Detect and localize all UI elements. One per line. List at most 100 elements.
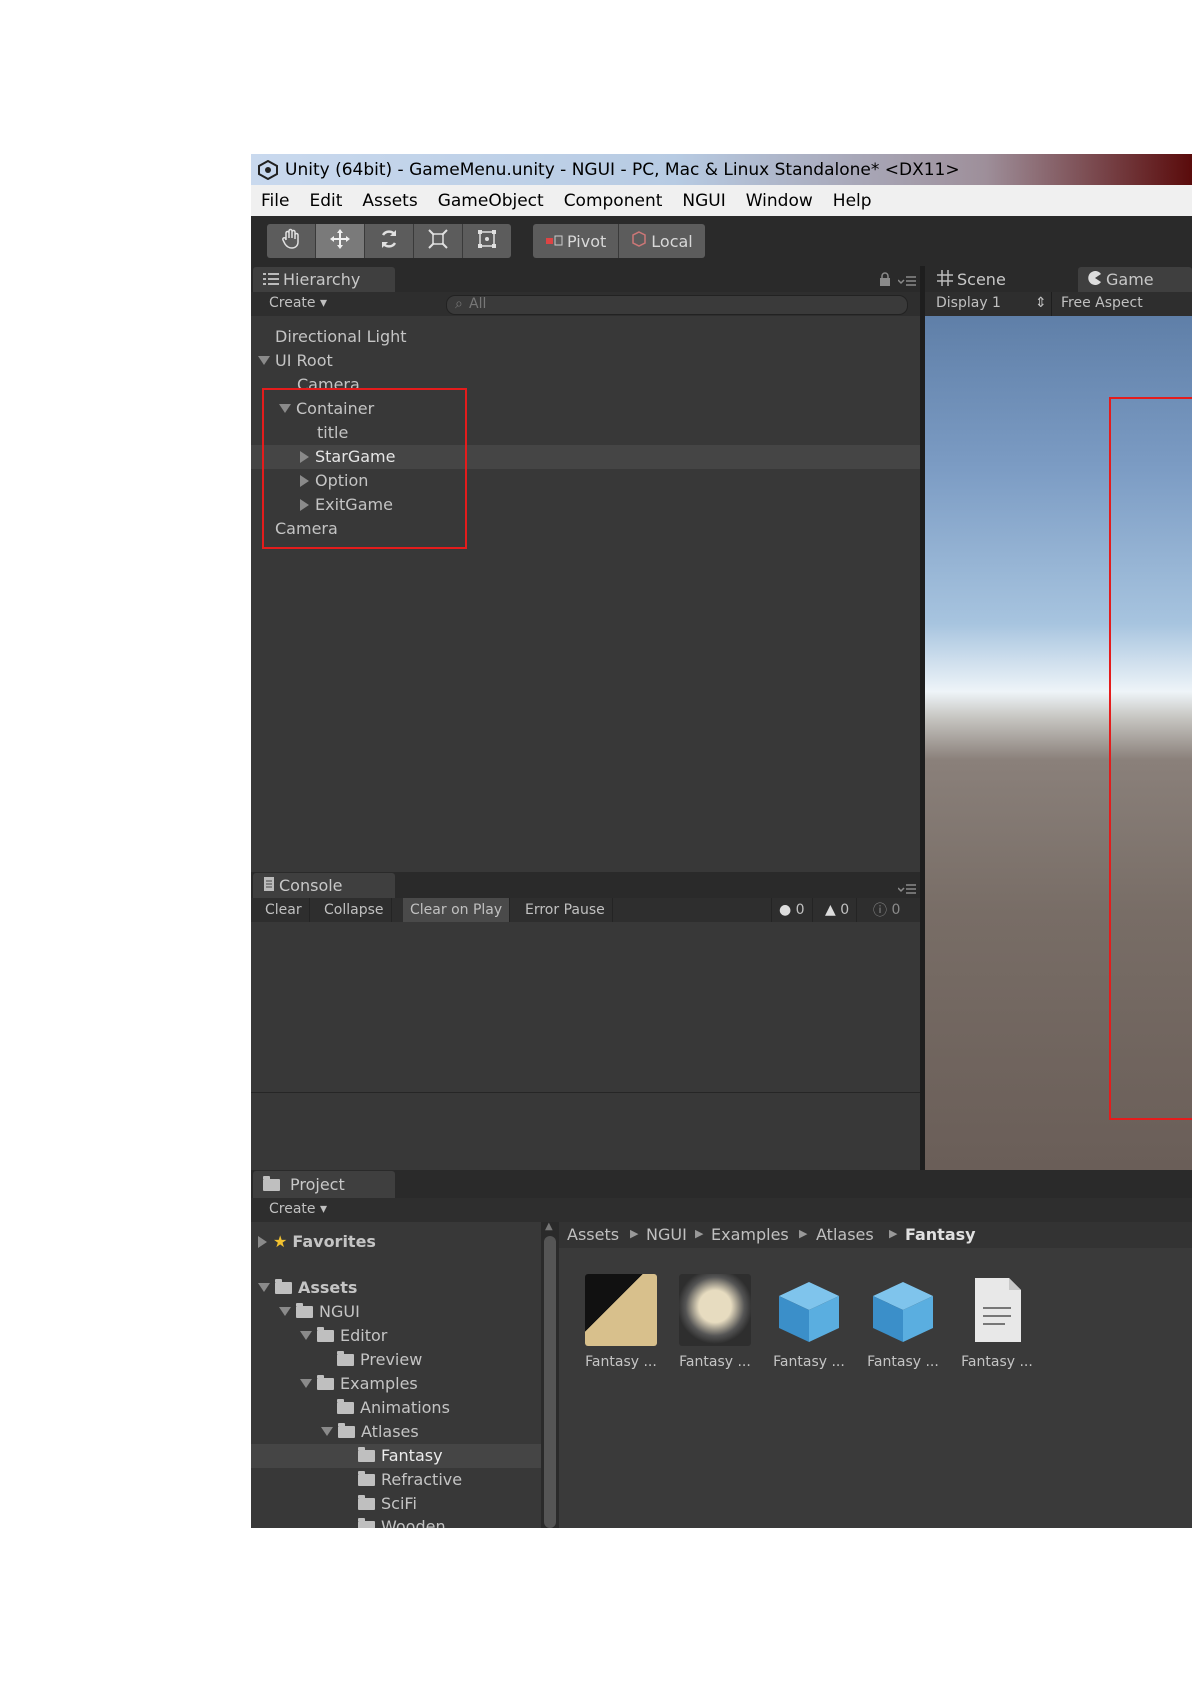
pivot-label: Pivot	[567, 231, 607, 251]
asset-fantasy-prefab-1[interactable]: Fantasy ...	[765, 1274, 853, 1370]
console-messages-toggle[interactable]: ⓘ 0	[866, 898, 907, 922]
menu-ngui[interactable]: NGUI	[672, 191, 735, 211]
console-warnings-toggle[interactable]: ▲ 0	[818, 898, 858, 922]
expand-arrow-icon[interactable]	[300, 1331, 312, 1340]
tree-item-atlases[interactable]: Atlases	[321, 1422, 419, 1441]
breadcrumb-separator-icon: ▶	[799, 1227, 808, 1240]
lock-icon[interactable]	[879, 271, 891, 290]
hierarchy-item-ui-root[interactable]: UI Root	[258, 351, 333, 370]
project-asset-area: Assets ▶ NGUI ▶ Examples ▶ Atlases ▶ Fan…	[559, 1222, 1192, 1528]
asset-fantasy-text-file[interactable]: Fantasy ...	[953, 1274, 1041, 1370]
folder-icon	[358, 1446, 375, 1462]
texture-thumbnail	[585, 1274, 657, 1346]
hierarchy-search-input[interactable]: ⌕ All	[446, 295, 908, 315]
star-icon: ★	[273, 1232, 288, 1251]
tab-scene[interactable]: Scene	[927, 267, 1047, 292]
tab-hierarchy[interactable]: Hierarchy	[253, 267, 395, 292]
menu-gameobject[interactable]: GameObject	[428, 191, 554, 211]
tree-item-scifi[interactable]: SciFi	[358, 1494, 417, 1513]
scale-tool-button[interactable]	[414, 224, 463, 258]
window-title: Unity (64bit) - GameMenu.unity - NGUI - …	[285, 159, 960, 180]
tree-item-preview[interactable]: Preview	[337, 1350, 422, 1369]
expand-arrow-icon[interactable]	[300, 1379, 312, 1388]
hand-tool-button[interactable]	[267, 224, 316, 258]
scrollbar-thumb[interactable]	[544, 1236, 556, 1528]
search-icon: ⌕	[455, 296, 463, 312]
asset-fantasy-material[interactable]: Fantasy ...	[671, 1274, 759, 1370]
annotation-highlight-box	[262, 388, 467, 549]
tree-item-assets[interactable]: Assets	[258, 1278, 357, 1297]
expand-arrow-icon[interactable]	[321, 1427, 333, 1436]
tree-item-favorites[interactable]: ★ Favorites	[258, 1232, 376, 1251]
menu-window[interactable]: Window	[736, 191, 823, 211]
tab-project[interactable]: Project	[253, 1171, 395, 1198]
asset-label: Fantasy ...	[585, 1354, 657, 1370]
tree-item-editor[interactable]: Editor	[300, 1326, 387, 1345]
asset-fantasy-atlas-texture[interactable]: Fantasy ...	[577, 1274, 665, 1370]
search-placeholder: All	[469, 296, 487, 312]
console-errors-toggle[interactable]: ● 0	[771, 898, 813, 922]
project-create-label: Create	[269, 1201, 316, 1217]
local-label: Local	[651, 231, 693, 251]
scroll-up-icon[interactable]: ▲	[545, 1222, 555, 1232]
tree-item-refractive[interactable]: Refractive	[358, 1470, 462, 1489]
hand-icon	[280, 228, 302, 254]
breadcrumb-assets[interactable]: Assets	[567, 1225, 619, 1244]
menu-assets[interactable]: Assets	[352, 191, 427, 211]
pacman-icon	[1088, 270, 1102, 289]
console-collapse-button[interactable]: Collapse	[317, 898, 392, 922]
folder-tree-scrollbar[interactable]: ▲	[541, 1222, 559, 1528]
expand-arrow-icon[interactable]	[258, 1283, 270, 1292]
asset-label: Fantasy ...	[961, 1354, 1033, 1370]
breadcrumb-examples[interactable]: Examples	[711, 1225, 789, 1244]
local-button[interactable]: Local	[619, 224, 704, 258]
display-select[interactable]: Display 1	[936, 295, 1001, 311]
pivot-button[interactable]: Pivot	[533, 224, 620, 258]
tree-item-animations[interactable]: Animations	[337, 1398, 450, 1417]
aspect-select[interactable]: Free Aspect	[1061, 295, 1143, 311]
annotation-highlight-box	[1109, 397, 1192, 1120]
hierarchy-item-directional-light[interactable]: Directional Light	[275, 327, 407, 346]
console-clear-button[interactable]: Clear	[258, 898, 310, 922]
breadcrumb-ngui[interactable]: NGUI	[646, 1225, 687, 1244]
tree-item-fantasy[interactable]: Fantasy	[358, 1446, 443, 1465]
hierarchy-create-button[interactable]: Create ▾	[269, 295, 327, 311]
move-tool-button[interactable]	[316, 224, 365, 258]
console-log-area	[251, 922, 920, 1170]
tree-item-ngui[interactable]: NGUI	[279, 1302, 360, 1321]
game-view[interactable]	[925, 316, 1192, 1170]
folder-icon	[317, 1374, 334, 1390]
project-folder-tree: ★ Favorites Assets NGUI Editor Preview Ex…	[251, 1222, 541, 1528]
folder-icon	[337, 1398, 354, 1414]
tab-game[interactable]: Game	[1078, 267, 1192, 292]
menu-file[interactable]: File	[251, 191, 299, 211]
asset-fantasy-prefab-2[interactable]: Fantasy ...	[859, 1274, 947, 1370]
rotate-tool-button[interactable]	[365, 224, 414, 258]
rect-icon	[476, 228, 498, 254]
tree-item-label: Assets	[298, 1278, 358, 1297]
error-count: 0	[795, 902, 805, 918]
display-select-arrow-icon[interactable]: ⇕	[1035, 295, 1047, 311]
console-clear-on-play-label: Clear on Play	[410, 902, 503, 918]
expand-arrow-icon[interactable]	[258, 356, 270, 365]
tab-console[interactable]: Console	[253, 873, 395, 898]
expand-arrow-icon[interactable]	[258, 1235, 267, 1248]
project-create-button[interactable]: Create ▾	[269, 1201, 327, 1217]
breadcrumb-fantasy[interactable]: Fantasy	[905, 1225, 976, 1244]
panel-menu-icon[interactable]	[897, 272, 916, 291]
hierarchy-toolbar: Create ▾ ⌕ All	[251, 292, 920, 317]
tree-item-wooden[interactable]: Wooden	[358, 1517, 446, 1528]
console-error-pause-button[interactable]: Error Pause	[518, 898, 613, 922]
expand-arrow-icon[interactable]	[279, 1307, 291, 1316]
breadcrumb-separator-icon: ▶	[630, 1227, 639, 1240]
console-clear-on-play-button[interactable]: Clear on Play	[403, 898, 511, 922]
game-tab-label: Game	[1106, 270, 1154, 289]
menu-component[interactable]: Component	[554, 191, 673, 211]
project-tabstrip: Project	[251, 1170, 1192, 1198]
menu-help[interactable]: Help	[823, 191, 882, 211]
breadcrumb-atlases[interactable]: Atlases	[816, 1225, 874, 1244]
tree-item-examples[interactable]: Examples	[300, 1374, 418, 1393]
panel-menu-icon[interactable]	[897, 880, 916, 899]
menu-edit[interactable]: Edit	[299, 191, 352, 211]
rect-tool-button[interactable]	[463, 224, 511, 258]
